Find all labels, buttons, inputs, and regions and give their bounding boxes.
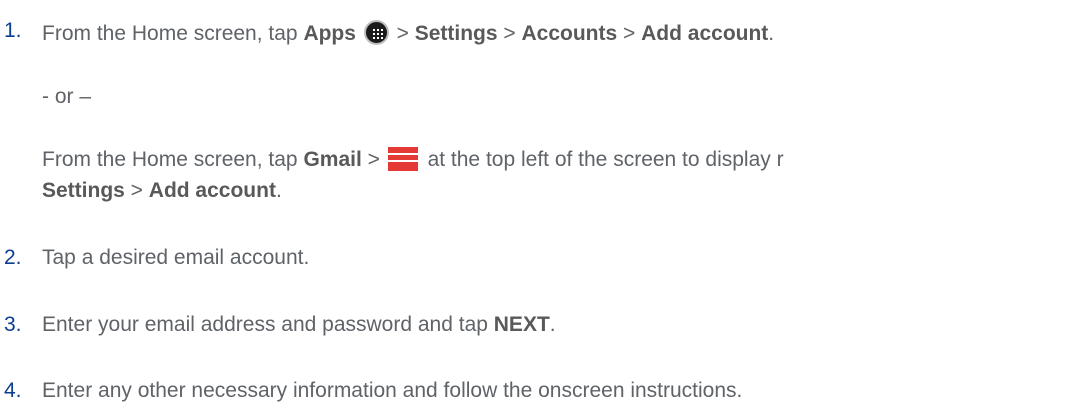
step-number: 4.	[4, 379, 22, 402]
step-text: From the Home screen, tap Apps > Setting…	[42, 20, 774, 45]
gmail-label: Gmail	[303, 148, 362, 171]
settings-label: Settings	[42, 179, 125, 202]
separator: >	[497, 22, 522, 45]
separator: >	[390, 22, 415, 45]
separator: >	[617, 22, 642, 45]
period: .	[275, 179, 282, 202]
add-account-label: Add account	[641, 22, 769, 45]
step-text: Enter your email address and password an…	[42, 314, 556, 335]
alt-prefix: From the Home screen, tap	[42, 148, 304, 171]
step-number: 3.	[4, 313, 22, 336]
step-3-text: Enter your email address and password an…	[42, 313, 494, 336]
accounts-label: Accounts	[521, 22, 618, 45]
step-1-alternative-line-2: Settings > Add account.	[42, 180, 282, 201]
step-number: 2.	[4, 246, 22, 269]
step-text: Enter any other necessary information an…	[42, 379, 743, 402]
separator: >	[124, 179, 149, 202]
apps-label: Apps	[303, 22, 356, 45]
settings-label: Settings	[414, 22, 498, 45]
period: .	[768, 22, 775, 45]
apps-grid-icon	[363, 20, 389, 45]
step-1-alternative: From the Home screen, tap Gmail > at the…	[42, 147, 784, 171]
instruction-document: 1. From the Home screen, tap Apps > Sett…	[0, 0, 1083, 417]
next-label: NEXT	[493, 313, 550, 336]
alt-suffix: at the top left of the screen to display…	[421, 148, 784, 171]
step-number: 1.	[4, 19, 22, 42]
or-separator-text: - or –	[42, 85, 92, 108]
separator: >	[361, 148, 386, 171]
menu-hamburger-icon	[387, 147, 418, 171]
step-1-prefix: From the Home screen, tap	[42, 22, 304, 45]
period: .	[549, 313, 556, 336]
step-text: Tap a desired email account.	[42, 246, 310, 269]
add-account-label: Add account	[148, 179, 276, 202]
